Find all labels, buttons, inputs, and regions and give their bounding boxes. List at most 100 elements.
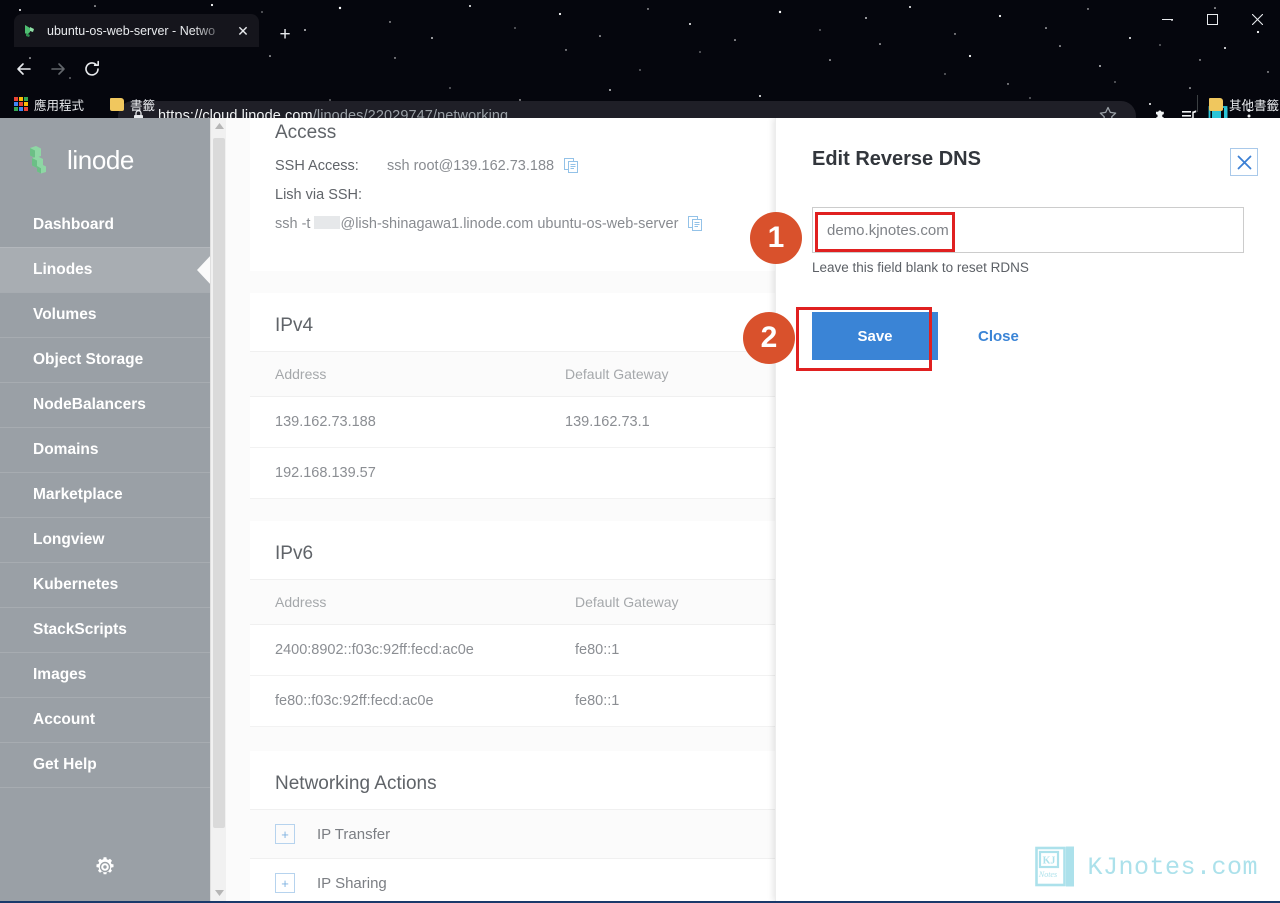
bookmarks-bar: 應用程式 書籤 其他書籤 [0,90,1280,118]
bookmark-other[interactable]: 其他書籤 [1209,93,1279,115]
sidebar-item-dashboard[interactable]: Dashboard [0,202,210,247]
bookmark-apps[interactable]: 應用程式 [14,93,84,115]
copy-icon[interactable] [688,216,703,232]
sidebar-item-stackscripts[interactable]: StackScripts [0,607,210,652]
ssh-access-value: ssh root@139.162.73.188 [387,158,555,174]
watermark-text: KJnotes.com [1087,852,1258,882]
sidebar-item-images[interactable]: Images [0,652,210,697]
scrollbar-thumb[interactable] [213,138,225,828]
forward-arrow-icon [44,55,72,83]
drawer-header: Edit Reverse DNS [776,118,1280,176]
lish-access-label: Lish via SSH: [275,187,363,203]
action-label: IP Sharing [317,874,387,892]
browser-toolbar: https://cloud.linode.com/linodes/2202974… [0,47,1280,118]
kjnotes-logo-icon: KJ Notes [1035,846,1075,887]
linode-logo-text: linode [67,144,134,175]
sidebar-item-label: Dashboard [33,215,114,233]
sidebar-item-linodes[interactable]: Linodes [0,247,210,292]
drawer-body: demo.kjnotes.com Leave this field blank … [776,207,1280,360]
minimize-icon[interactable] [1145,6,1190,32]
drawer-close-icon[interactable] [1230,148,1258,176]
reload-icon[interactable] [78,55,106,83]
close-button[interactable]: Close [972,327,1025,346]
save-button[interactable]: Save [812,312,938,360]
cell-address: fe80::f03c:92ff:fecd:ac0e [250,675,550,727]
tab-strip: ubuntu-os-web-server - Netwo ✕ + [0,0,1280,47]
sidebar-item-label: Volumes [33,306,97,323]
cell-gateway: fe80::1 [550,675,770,727]
cell-address: 139.162.73.188 [250,396,540,448]
sidebar-item-nodebalancers[interactable]: NodeBalancers [0,382,210,427]
folder-icon [1209,97,1223,111]
sidebar-item-label: Domains [33,441,99,458]
page-viewport: linode Dashboard Linodes Volumes Object … [0,118,1280,901]
cell-gateway: 139.162.73.1 [540,396,770,448]
action-label: IP Transfer [317,825,391,843]
cell-address: 192.168.139.57 [250,447,540,499]
sidebar-item-label: Images [33,666,87,683]
sidebar-item-longview[interactable]: Longview [0,517,210,562]
plus-box-icon: + [275,824,295,844]
tab-close-icon[interactable]: ✕ [235,23,251,39]
app-root: ubuntu-os-web-server - Netwo ✕ + https:/… [0,0,1280,903]
sidebar-item-label: Get Help [33,756,97,773]
scroll-up-arrow-icon[interactable] [211,118,227,134]
bookmarks-divider [1197,95,1198,112]
sidebar-item-label: Linodes [33,261,93,278]
linode-logo[interactable]: linode [0,118,210,202]
back-arrow-icon[interactable] [10,55,38,83]
page-scrollbar[interactable] [210,118,227,901]
sidebar-item-label: Kubernetes [33,576,119,593]
window-close-icon[interactable] [1235,6,1280,32]
drawer-title: Edit Reverse DNS [812,148,981,170]
lish-command-value: ssh -t @lish-shinagawa1.linode.com ubunt… [275,216,678,232]
kjnotes-badge-top: KJ [1043,856,1056,867]
step-badge-1: 1 [750,212,802,264]
column-header-address: Address [250,351,540,397]
kjnotes-badge-bottom: Notes [1038,870,1057,879]
lish-prefix: ssh -t [275,216,315,232]
sidebar-item-kubernetes[interactable]: Kubernetes [0,562,210,607]
sidebar-item-label: StackScripts [33,621,127,638]
copy-icon[interactable] [564,158,579,174]
cell-gateway [540,447,770,499]
folder-icon [110,97,124,111]
cell-address: 2400:8902::f03c:92ff:fecd:ac0e [250,624,550,676]
column-header-gateway: Default Gateway [540,351,770,397]
sidebar-item-domains[interactable]: Domains [0,427,210,472]
kjnotes-watermark: KJ Notes KJnotes.com [1035,845,1258,889]
step-badge-2: 2 [743,312,795,364]
maximize-icon[interactable] [1190,6,1235,32]
sidebar-item-account[interactable]: Account [0,697,210,742]
bookmark-label: 應用程式 [34,98,85,113]
sidebar-settings[interactable] [0,856,210,883]
rdns-helper-text: Leave this field blank to reset RDNS [812,260,1029,275]
bookmark-label: 書籤 [130,98,156,113]
tab-title: ubuntu-os-web-server - Netwo [47,23,216,38]
sidebar-item-label: Account [33,711,95,728]
plus-box-icon: + [275,873,295,893]
bookmark-folder[interactable]: 書籤 [110,93,155,115]
bookmark-label: 其他書籤 [1229,98,1280,113]
active-indicator-arrow [197,255,210,285]
scroll-down-arrow-icon[interactable] [211,885,227,901]
sidebar-item-marketplace[interactable]: Marketplace [0,472,210,517]
sidebar-item-get-help[interactable]: Get Help [0,742,210,787]
edit-reverse-dns-drawer: Edit Reverse DNS demo.kjnotes.com Leave … [775,118,1280,901]
window-controls [1145,6,1280,32]
new-tab-button[interactable]: + [272,22,298,48]
sidebar-item-label: NodeBalancers [33,396,146,413]
rdns-input[interactable]: demo.kjnotes.com [812,207,1244,253]
browser-tab[interactable]: ubuntu-os-web-server - Netwo ✕ [14,14,259,47]
sidebar-item-label: Marketplace [33,486,123,503]
gear-icon[interactable] [94,856,116,883]
sidebar-item-volumes[interactable]: Volumes [0,292,210,337]
lish-suffix: @lish-shinagawa1.linode.com ubuntu-os-we… [340,216,679,232]
sidebar-item-object-storage[interactable]: Object Storage [0,337,210,382]
column-header-address: Address [250,579,550,625]
apps-grid-icon [14,97,28,111]
cell-gateway: fe80::1 [550,624,770,676]
sidebar-item-label: Object Storage [33,351,144,368]
sidebar: linode Dashboard Linodes Volumes Object … [0,118,210,901]
column-header-gateway: Default Gateway [550,579,770,625]
